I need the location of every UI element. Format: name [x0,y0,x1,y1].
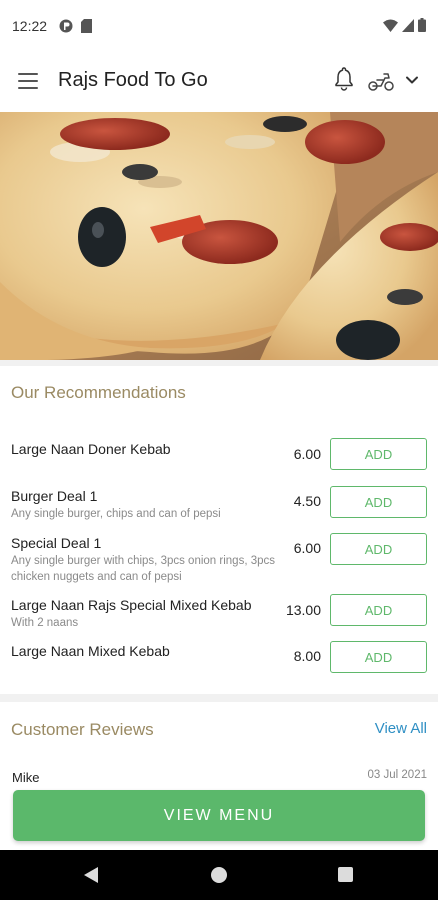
recommendations-title: Our Recommendations [11,383,186,402]
menu-item-price: 6.00 [293,446,321,462]
back-icon[interactable] [84,867,98,883]
chevron-down-icon[interactable] [404,72,420,88]
menu-item-name: Large Naan Mixed Kebab [11,643,170,659]
view-menu-button[interactable]: VIEW MENU [13,790,425,841]
hero-pizza-image [0,112,438,360]
menu-item-name: Burger Deal 1 [11,488,98,504]
menu-item-description: Any single burger with chips, 3pcs onion… [11,555,276,583]
status-time: 12:22 [12,18,48,34]
app-bar: Rajs Food To Go [0,52,438,112]
app-title: Rajs Food To Go [58,69,208,91]
section-divider [0,694,438,702]
wifi-icon [383,19,398,32]
review-date: 03 Jul 2021 [367,769,427,781]
menu-item-name: Large Naan Rajs Special Mixed Kebab [11,597,252,613]
add-button[interactable]: ADD [330,486,427,518]
view-all-link[interactable]: View All [375,720,427,737]
sd-card-icon [81,19,93,33]
reviewer-name: Mike [12,770,40,785]
add-button[interactable]: ADD [330,641,427,673]
scooter-icon[interactable] [367,70,395,92]
signal-icon [402,18,414,32]
menu-icon[interactable] [18,73,38,89]
reviews-title: Customer Reviews [11,720,154,739]
battery-icon [418,18,426,32]
add-button[interactable]: ADD [330,594,427,626]
status-left-icons [59,19,93,33]
system-nav-bar [0,850,438,900]
bell-icon[interactable] [332,66,356,92]
recommendations-section: Our Recommendations Large Naan Doner Keb… [0,366,438,694]
app-notification-icon [59,19,73,33]
home-icon[interactable] [211,867,227,883]
menu-item-name: Special Deal 1 [11,535,102,551]
status-right-icons [383,18,426,32]
add-button[interactable]: ADD [330,438,427,470]
recent-apps-icon[interactable] [338,867,353,882]
menu-item-price: 4.50 [293,493,321,509]
menu-item-name: Large Naan Doner Kebab [11,441,171,457]
menu-item-price: 13.00 [285,602,321,618]
menu-item-description: With 2 naans [11,617,79,629]
menu-item-description: Any single burger, chips and can of peps… [11,508,221,520]
add-button[interactable]: ADD [330,533,427,565]
pizza-photo [0,112,438,360]
menu-item-price: 8.00 [293,648,321,664]
status-bar: 12:22 [0,0,438,52]
menu-item-price: 6.00 [293,540,321,556]
